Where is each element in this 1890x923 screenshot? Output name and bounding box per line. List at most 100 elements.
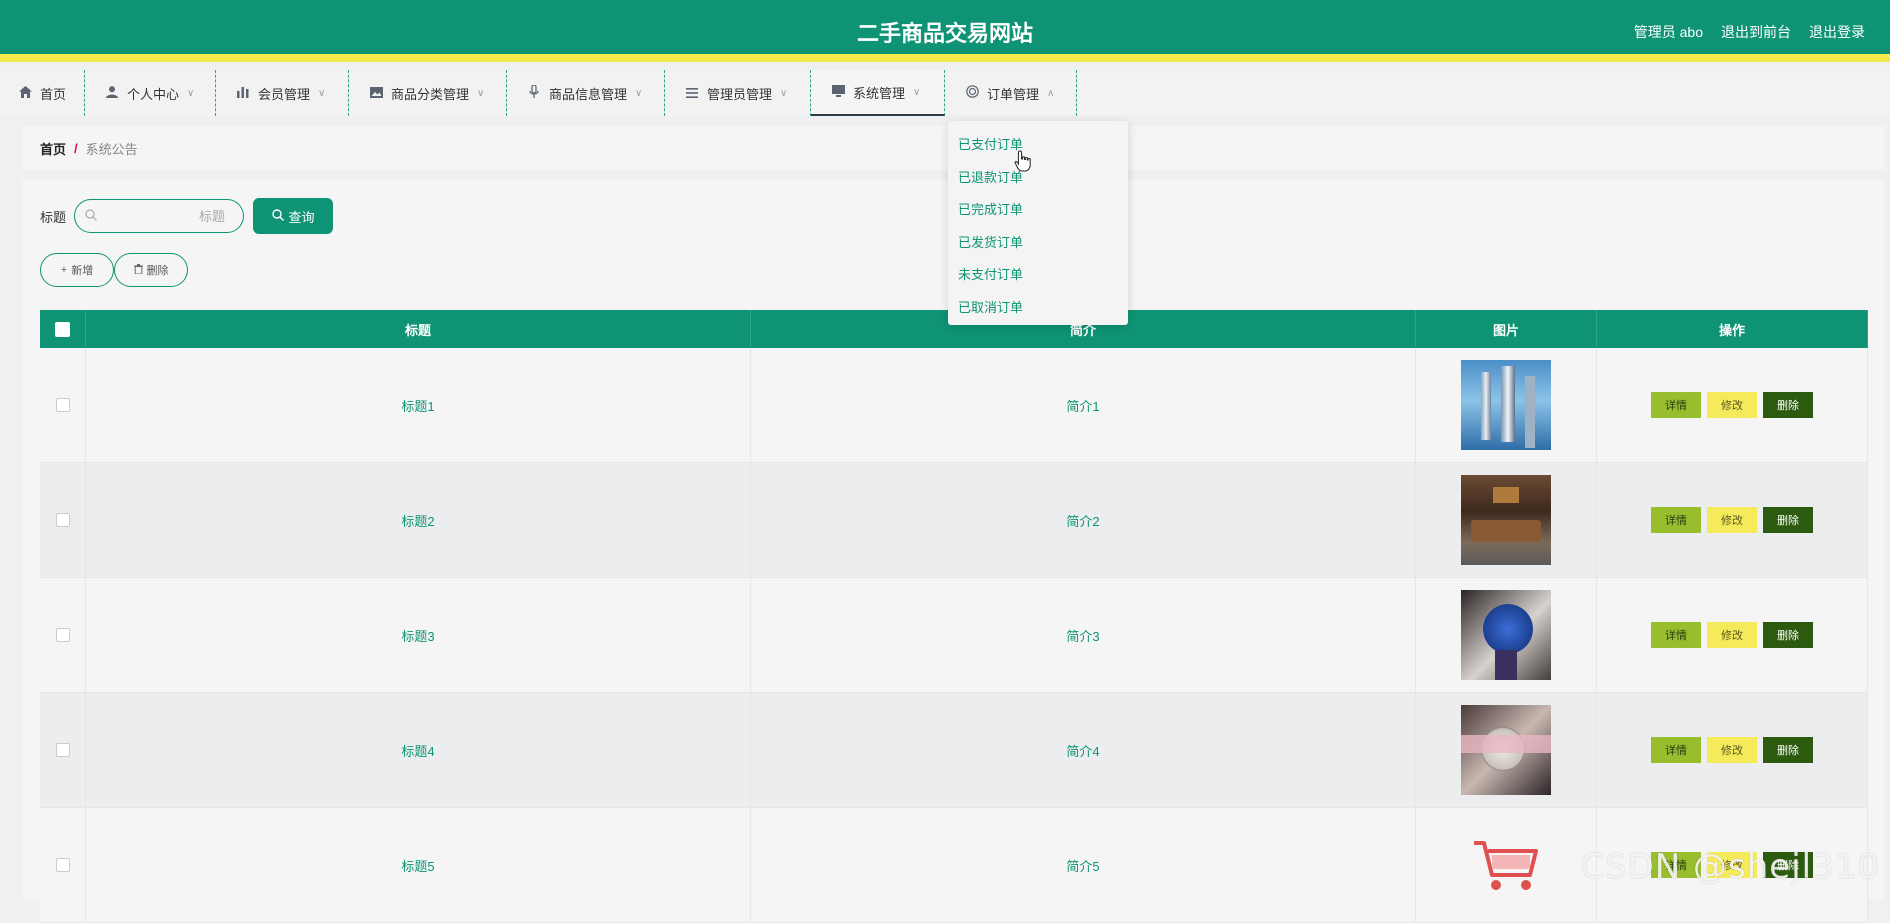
nav-item-personal-center[interactable]: 个人中心 ∨ xyxy=(85,70,217,116)
edit-button[interactable]: 修改 xyxy=(1707,392,1757,418)
target-icon xyxy=(965,85,979,101)
row-title: 标题3 xyxy=(86,578,751,692)
row-image-cell xyxy=(1416,693,1597,807)
row-delete-button[interactable]: 删除 xyxy=(1763,622,1813,648)
action-row: + 新增 删除 xyxy=(40,253,188,287)
csdn-watermark: CSDN @shejl310 xyxy=(1580,847,1880,887)
row-intro: 简介1 xyxy=(751,348,1416,462)
edit-button[interactable]: 修改 xyxy=(1707,622,1757,648)
main-nav: 首页 个人中心 ∨ 会员管理 ∨ 商品分类管理 ∨ 商品信息管理 ∨ 管理员管理… xyxy=(0,70,1890,116)
detail-button[interactable]: 详情 xyxy=(1651,507,1701,533)
product-image xyxy=(1461,475,1551,565)
row-delete-button[interactable]: 删除 xyxy=(1763,737,1813,763)
admin-user-label[interactable]: 管理员 abo xyxy=(1634,22,1703,42)
table-row: 标题3 简介3 详情 修改 删除 xyxy=(40,578,1868,693)
add-button[interactable]: + 新增 xyxy=(40,253,114,287)
search-icon xyxy=(271,208,284,224)
nav-item-label: 个人中心 xyxy=(127,86,180,102)
table-row: 标题4 简介4 详情 修改 删除 xyxy=(40,693,1868,808)
nav-item-system-management[interactable]: 系统管理 ∨ xyxy=(811,70,946,116)
search-input[interactable] xyxy=(103,207,228,225)
top-links: 管理员 abo 退出到前台 退出登录 xyxy=(1634,22,1865,42)
table-row: 标题1 简介1 详情 修改 删除 xyxy=(40,348,1868,463)
row-title: 标题1 xyxy=(86,348,751,462)
dropdown-item-paid-orders[interactable]: 已支付订单 xyxy=(948,129,1128,162)
row-checkbox-cell xyxy=(40,693,86,807)
nav-item-product-management[interactable]: 商品信息管理 ∨ xyxy=(507,70,666,116)
row-title: 标题4 xyxy=(86,693,751,807)
monitor-icon xyxy=(831,84,845,100)
plus-icon: + xyxy=(60,264,68,276)
microphone-icon xyxy=(527,84,541,101)
order-management-dropdown: 已支付订单 已退款订单 已完成订单 已发货订单 未支付订单 已取消订单 xyxy=(948,121,1128,325)
row-ops: 详情 修改 删除 xyxy=(1597,463,1868,577)
row-ops: 详情 修改 删除 xyxy=(1597,348,1868,462)
row-delete-button[interactable]: 删除 xyxy=(1763,507,1813,533)
detail-button[interactable]: 详情 xyxy=(1651,392,1701,418)
product-image xyxy=(1461,590,1551,680)
row-title: 标题5 xyxy=(86,808,751,922)
edit-button[interactable]: 修改 xyxy=(1707,737,1757,763)
query-button[interactable]: 查询 xyxy=(253,198,334,234)
nav-item-label: 首页 xyxy=(40,86,67,102)
nav-item-label: 商品信息管理 xyxy=(549,86,628,102)
nav-item-admin-management[interactable]: 管理员管理 ∨ xyxy=(665,70,812,116)
back-to-front-link[interactable]: 退出到前台 xyxy=(1721,22,1791,42)
row-image-cell xyxy=(1416,808,1597,922)
nav-item-label: 订单管理 xyxy=(987,86,1040,102)
home-icon xyxy=(18,85,32,101)
person-icon xyxy=(105,85,119,101)
nav-item-label: 管理员管理 xyxy=(707,86,773,102)
dropdown-item-shipped-orders[interactable]: 已发货订单 xyxy=(948,227,1128,260)
row-checkbox[interactable] xyxy=(55,743,70,757)
nav-item-label: 会员管理 xyxy=(258,86,311,102)
trash-icon xyxy=(133,263,143,277)
image-icon xyxy=(369,86,383,101)
chevron-down-icon: ∨ xyxy=(780,87,788,99)
detail-button[interactable]: 详情 xyxy=(1651,622,1701,648)
row-image-cell xyxy=(1416,348,1597,462)
detail-button[interactable]: 详情 xyxy=(1651,737,1701,763)
dropdown-item-unpaid-orders[interactable]: 未支付订单 xyxy=(948,259,1128,292)
dropdown-item-cancelled-orders[interactable]: 已取消订单 xyxy=(948,292,1128,325)
edit-button[interactable]: 修改 xyxy=(1707,507,1757,533)
product-image xyxy=(1461,705,1551,795)
header-ops: 操作 xyxy=(1597,310,1868,348)
delete-button-label: 删除 xyxy=(146,265,169,277)
nav-item-order-management[interactable]: 订单管理 ∧ xyxy=(945,70,1078,116)
hand-cursor-icon xyxy=(1014,150,1032,175)
notice-table: 标题 简介 图片 操作 标题1 简介1 详情 修改 删除 标题2 简介2 详情 … xyxy=(40,310,1868,923)
logout-link[interactable]: 退出登录 xyxy=(1809,22,1865,42)
row-image-cell xyxy=(1416,463,1597,577)
row-checkbox-cell xyxy=(40,463,86,577)
breadcrumb-home[interactable]: 首页 xyxy=(40,139,66,158)
row-checkbox[interactable] xyxy=(55,398,70,412)
add-button-label: 新增 xyxy=(71,265,94,277)
nav-item-member-management[interactable]: 会员管理 ∨ xyxy=(216,70,350,116)
delete-button[interactable]: 删除 xyxy=(114,253,188,287)
search-label: 标题 xyxy=(40,209,67,225)
row-checkbox-cell xyxy=(40,348,86,462)
chevron-down-icon: ∨ xyxy=(477,87,485,99)
select-all-checkbox[interactable] xyxy=(55,321,70,337)
row-checkbox-cell xyxy=(40,578,86,692)
row-ops: 详情 修改 删除 xyxy=(1597,693,1868,807)
row-checkbox[interactable] xyxy=(55,628,70,642)
nav-item-category-management[interactable]: 商品分类管理 ∨ xyxy=(349,70,508,116)
row-checkbox[interactable] xyxy=(55,858,70,872)
nav-item-home[interactable]: 首页 xyxy=(0,70,86,116)
chevron-down-icon: ∨ xyxy=(913,86,921,98)
search-box[interactable] xyxy=(74,199,245,233)
breadcrumb-current: 系统公告 xyxy=(85,141,138,157)
header-title: 标题 xyxy=(86,310,751,348)
dropdown-item-refunded-orders[interactable]: 已退款订单 xyxy=(948,162,1128,195)
query-button-label: 查询 xyxy=(288,209,315,225)
chevron-down-icon: ∨ xyxy=(635,87,643,99)
row-delete-button[interactable]: 删除 xyxy=(1763,392,1813,418)
breadcrumb-separator: / xyxy=(74,140,78,156)
row-checkbox[interactable] xyxy=(55,513,70,527)
chevron-up-icon: ∧ xyxy=(1047,87,1055,99)
table-row: 标题2 简介2 详情 修改 删除 xyxy=(40,463,1868,578)
product-image xyxy=(1461,820,1551,910)
dropdown-item-completed-orders[interactable]: 已完成订单 xyxy=(948,194,1128,227)
